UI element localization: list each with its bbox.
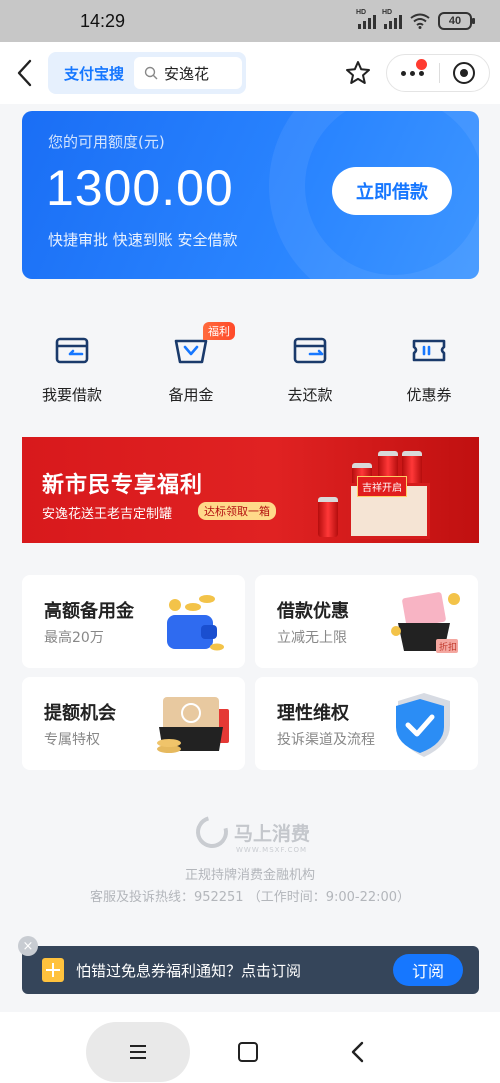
menu-icon[interactable] [86, 1022, 190, 1082]
home-icon[interactable] [238, 1042, 258, 1062]
drink-can-image [318, 497, 338, 537]
wallet-coins-icon [167, 595, 224, 651]
quick-actions: 我要借款 福利 备用金 去还款 优惠券 [22, 320, 479, 410]
signal-icon: HD [356, 9, 376, 29]
search-brand: 支付宝搜 [64, 64, 125, 83]
close-miniapp-icon[interactable] [439, 55, 489, 91]
notification-dot [415, 59, 427, 70]
system-nav-bar [0, 1012, 500, 1083]
close-icon[interactable]: × [18, 936, 38, 956]
star-icon[interactable] [345, 60, 371, 86]
gift-box-image: 吉祥开启 [348, 476, 430, 539]
quick-action-reserve[interactable]: 福利 备用金 [141, 320, 241, 410]
ticket-icon [412, 339, 446, 362]
footer-license: 正规持牌消费金融机构 [184, 868, 315, 883]
subscribe-text: 怕错过免息券福利通知？点击订阅 [76, 961, 302, 980]
footer-hotline: 客服及投诉热线：952251 （工作时间：9:00-22:00） [89, 890, 411, 905]
system-back-icon[interactable] [348, 1040, 368, 1064]
promo-title: 新市民专享福利 [42, 473, 204, 498]
nav-bar: 支付宝搜 安逸花 [0, 42, 500, 104]
back-arrow-icon[interactable] [14, 58, 36, 88]
search-bar[interactable]: 支付宝搜 安逸花 [48, 52, 246, 94]
promo-tag: 达标领取一箱 [198, 502, 276, 520]
quick-action-repay[interactable]: 去还款 [260, 320, 360, 410]
subscribe-button[interactable]: 订阅 [393, 954, 463, 986]
promo-banner[interactable]: 新市民专享福利 安逸花送王老吉定制罐 达标领取一箱 吉祥开启 [22, 437, 479, 543]
feature-card-discount[interactable]: 借款优惠 立减无上限 折扣 [255, 575, 478, 668]
svg-text:折扣: 折扣 [439, 641, 457, 653]
feature-card-rights[interactable]: 理性维权 投诉渠道及流程 [255, 677, 478, 770]
wallet-icon [55, 337, 89, 364]
promo-subtitle: 安逸花送王老吉定制罐 [42, 507, 173, 522]
wifi-icon [410, 13, 430, 29]
quick-action-coupon[interactable]: 优惠券 [379, 320, 479, 410]
feature-card-limit-increase[interactable]: 提额机会 专属特权 [22, 677, 245, 770]
search-input[interactable]: 安逸花 [134, 57, 242, 89]
discount-gift-icon: 折扣 [391, 592, 460, 653]
search-value: 安逸花 [164, 64, 210, 83]
status-time: 14:29 [80, 10, 126, 31]
credit-label: 您的可用额度(元) [48, 133, 165, 151]
repay-icon [293, 337, 327, 364]
subscribe-bar: × 怕错过免息券福利通知？点击订阅 订阅 [18, 936, 479, 994]
credit-limit-card: 您的可用额度(元) 1300.00 快捷审批 快速到账 安全借款 立即借款 [22, 111, 479, 279]
envelope-coins-icon [157, 697, 229, 753]
more-icon[interactable] [387, 55, 439, 91]
brand-url: WWW.MSXF.COM [236, 846, 308, 854]
status-bar: 14:29 HD HD 40 [0, 0, 500, 42]
credit-features: 快捷审批 快速到账 安全借款 [48, 231, 238, 249]
signal-icon: HD [382, 9, 402, 29]
battery-icon: 40 [438, 12, 475, 30]
status-icons: HD HD 40 [356, 9, 475, 30]
quick-action-borrow[interactable]: 我要借款 [22, 320, 122, 410]
credit-amount: 1300.00 [46, 160, 234, 216]
miniapp-capsule [386, 54, 490, 92]
borrow-now-button[interactable]: 立即借款 [332, 167, 452, 215]
brand-name: 马上消费 [234, 822, 311, 845]
feature-card-reserve[interactable]: 高额备用金 最高20万 [22, 575, 245, 668]
bookmark-plus-icon [42, 958, 64, 982]
brand-mark-icon [190, 810, 234, 854]
search-icon [144, 66, 158, 80]
shield-icon [396, 693, 450, 757]
welfare-badge: 福利 [203, 322, 235, 340]
brand-logo: 马上消费 [190, 810, 311, 854]
